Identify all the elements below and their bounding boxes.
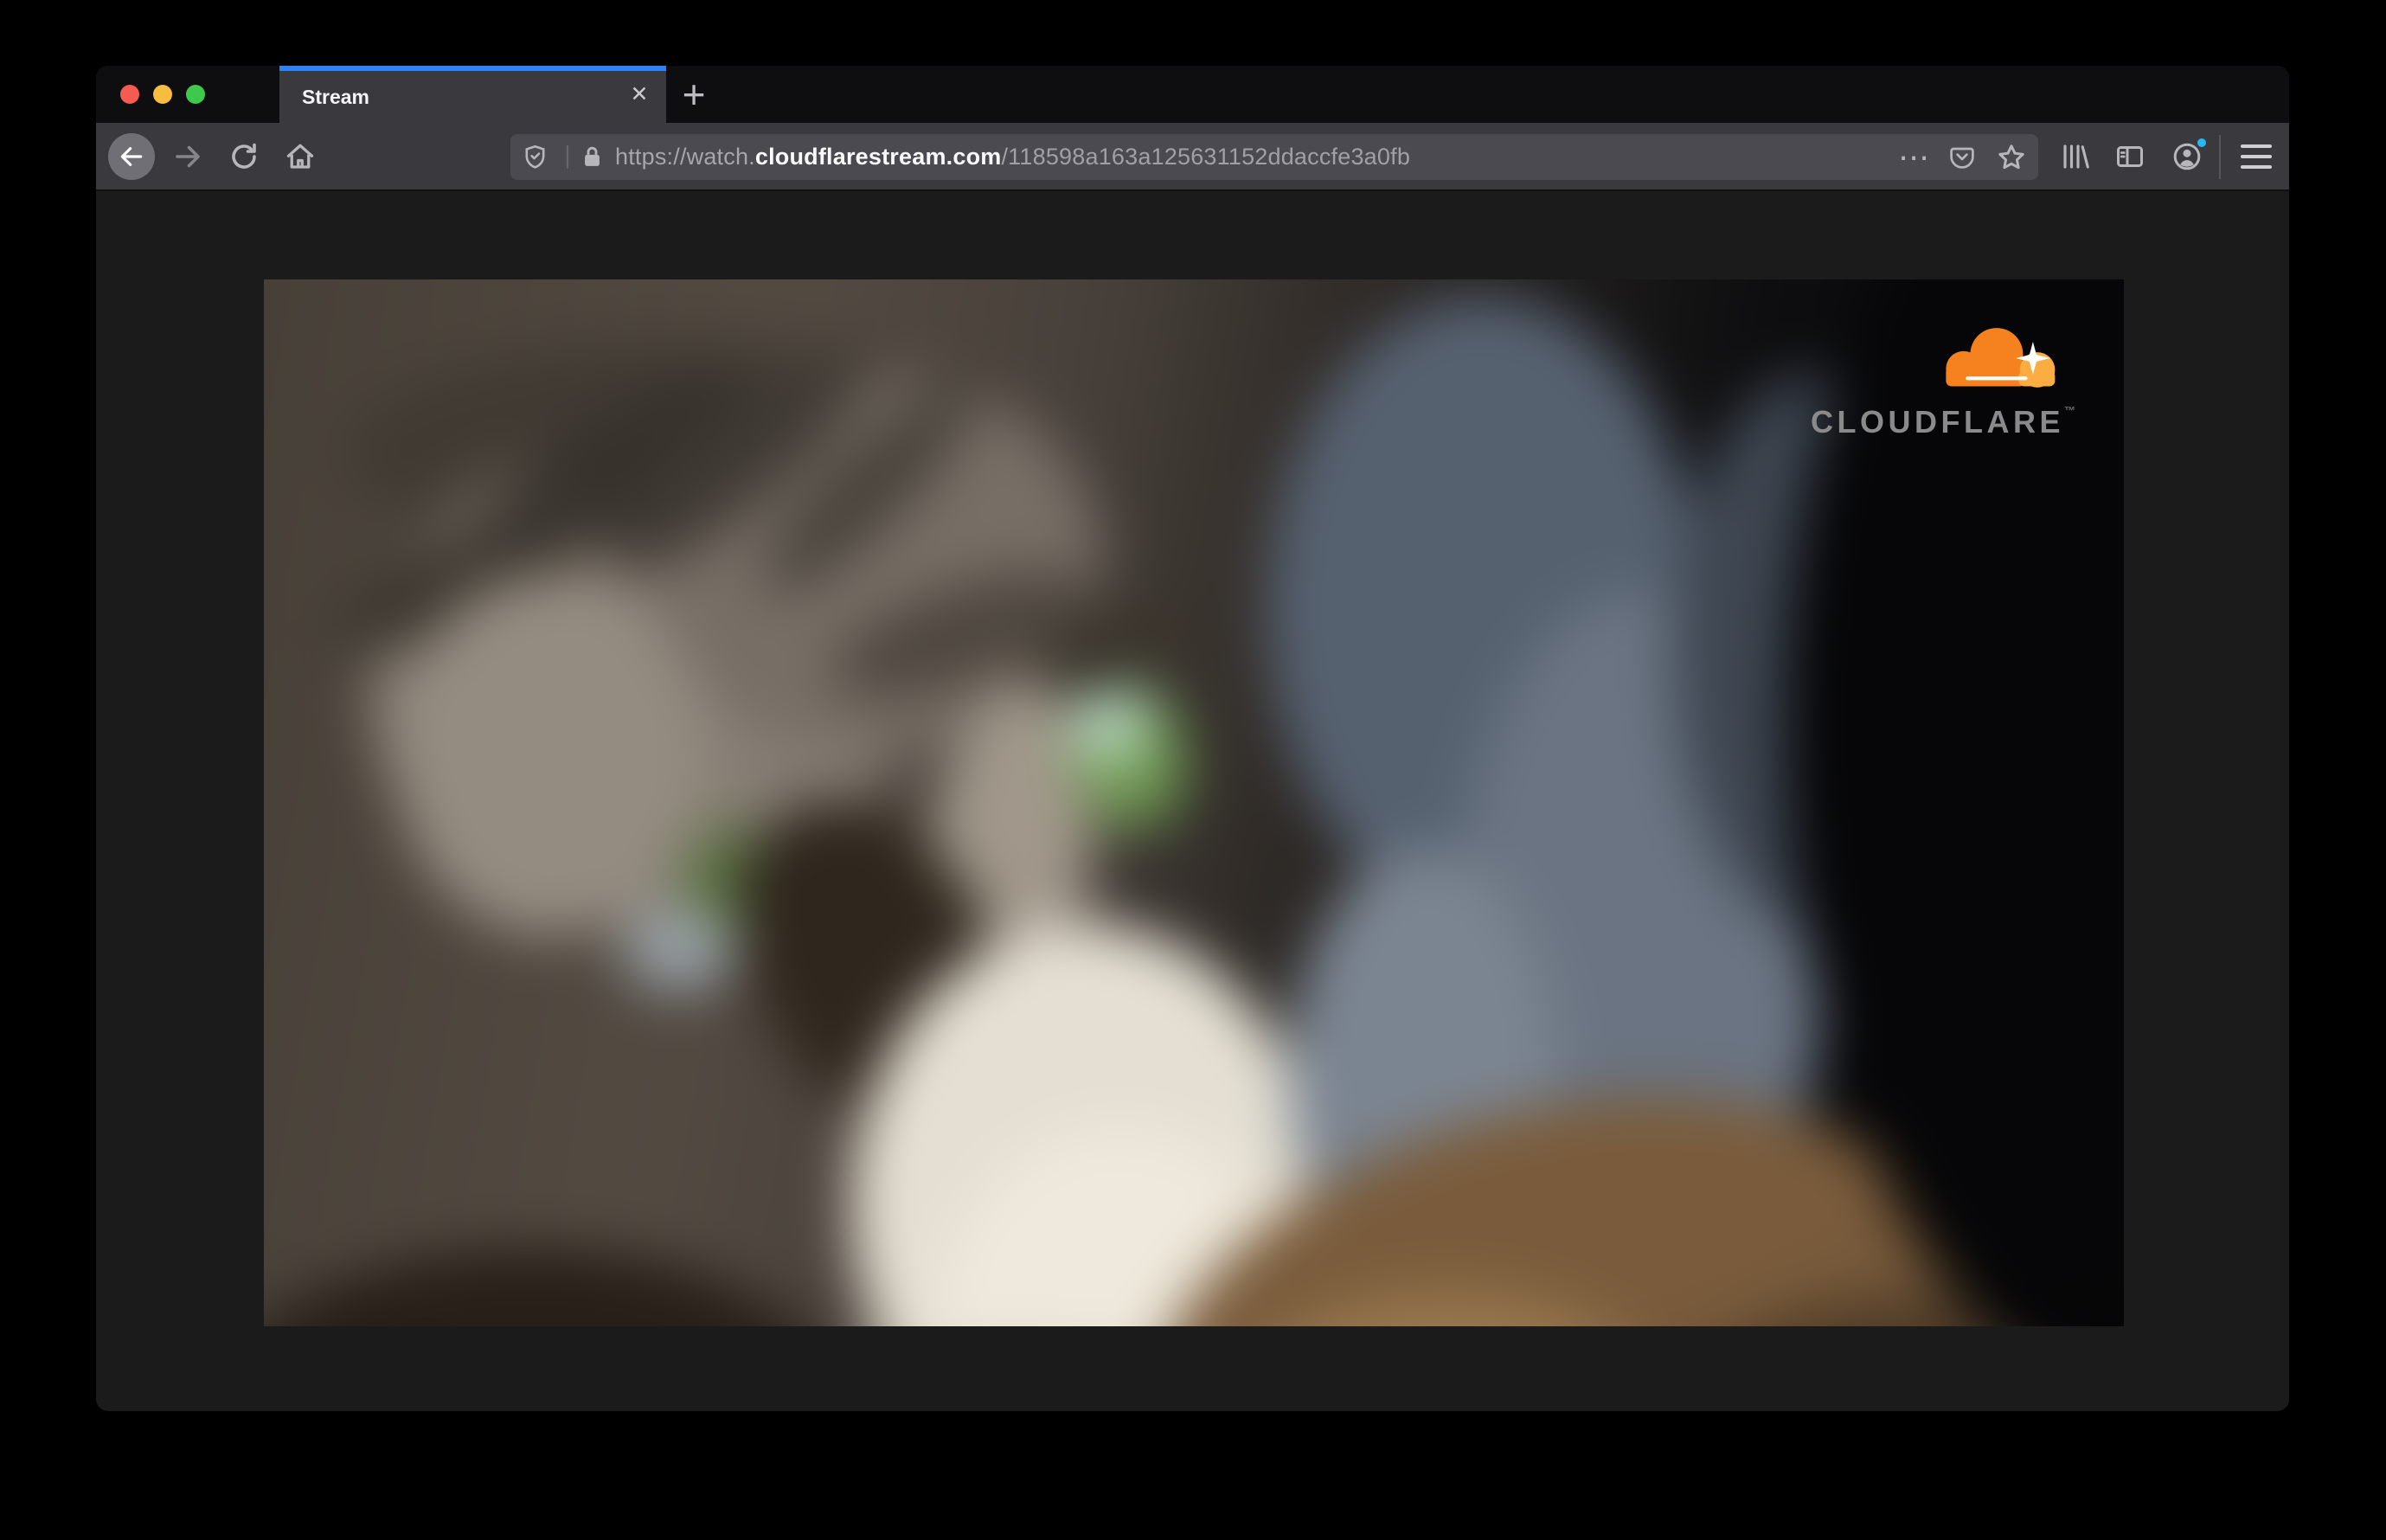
pocket-icon [1950,147,1974,169]
navigation-toolbar: https://watch. cloudflarestream.com/11859… [96,123,2289,191]
account-notification-badge [2196,137,2208,149]
lock-icon[interactable] [579,144,606,170]
reload-icon [232,143,256,169]
page-actions-button[interactable]: ⋯ [1891,134,1936,180]
cloudflare-cloud-icon [1946,328,2056,388]
url-path: /118598a163a125631152ddaccfe3a0fb [1001,144,1411,170]
menu-button[interactable] [2241,144,2272,169]
screenshot-background: Stream ✕ + https://watch. cloudflarestre… [0,0,2386,1540]
cloudflare-watermark: CLOUDFLARE™ [1790,321,2075,440]
urlbar-divider [567,145,568,169]
toolbar-separator [2219,135,2221,179]
library-button[interactable] [2060,141,2091,172]
home-icon [286,144,314,169]
forward-arrow-icon [176,145,200,168]
reload-button[interactable] [228,141,260,172]
pocket-button[interactable] [1948,144,1976,171]
zoom-window-button[interactable] [186,85,205,104]
back-arrow-icon [120,147,143,166]
url-text[interactable]: https://watch. cloudflarestream.com/11859… [615,134,1410,180]
browser-window: Stream ✕ + https://watch. cloudflarestre… [96,66,2289,1411]
sidebar-icon [2117,146,2143,167]
close-tab-icon[interactable]: ✕ [626,81,652,107]
minimize-window-button[interactable] [153,85,172,104]
video-player[interactable]: CLOUDFLARE™ [264,279,2124,1326]
page-content: CLOUDFLARE™ [96,191,2289,1411]
close-window-button[interactable] [120,85,139,104]
url-scheme-subdomain: https://watch. [615,144,755,170]
home-button[interactable] [285,141,316,172]
url-domain: cloudflarestream.com [754,144,1002,170]
tab-bar: Stream ✕ + [96,66,2289,123]
cloudflare-brand-text: CLOUDFLARE™ [1811,404,2075,440]
new-tab-button[interactable]: + [674,74,714,114]
trademark-symbol: ™ [2064,404,2075,417]
tab-stream[interactable]: Stream ✕ [279,66,666,123]
back-button[interactable] [108,133,155,180]
window-controls [120,85,205,104]
bookmark-star-button[interactable] [1996,142,2027,173]
tracking-protection-shield-icon[interactable] [522,144,548,170]
star-icon [1998,144,2024,170]
library-icon [2063,144,2089,169]
tab-title: Stream [302,86,369,108]
hamburger-menu-icon [2241,144,2272,148]
sidebar-toggle-button[interactable] [2114,141,2145,172]
forward-button[interactable] [172,141,203,172]
url-bar[interactable]: https://watch. cloudflarestream.com/11859… [510,134,2038,180]
